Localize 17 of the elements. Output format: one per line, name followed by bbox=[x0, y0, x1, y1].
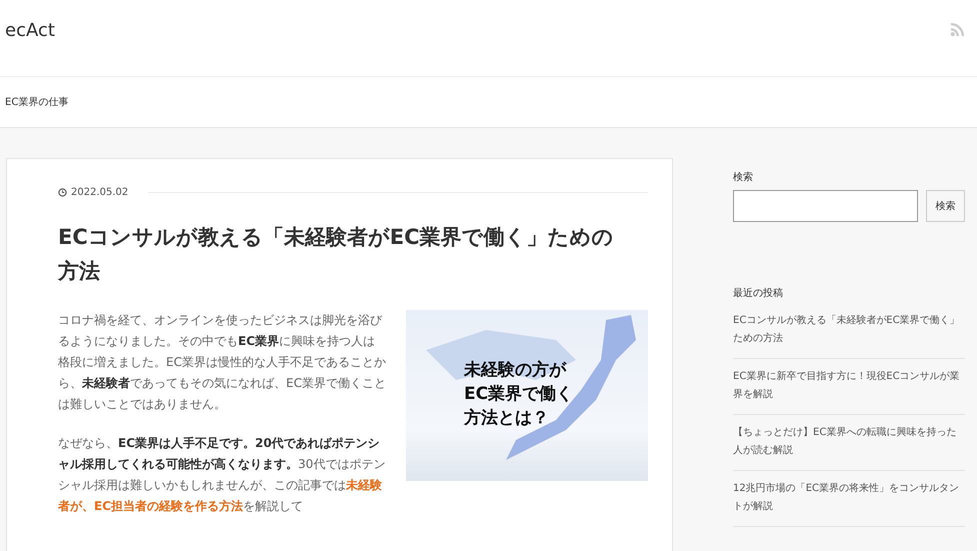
recent-post-link[interactable]: ECコンサルが教える「未経験者がEC業界で働く」ための方法 bbox=[733, 312, 965, 348]
rss-icon[interactable] bbox=[950, 22, 965, 37]
recent-post-link[interactable]: 12兆円市場の「EC業界の将来性」をコンサルタントが解説 bbox=[733, 480, 965, 516]
recent-posts-heading: 最近の投稿 bbox=[733, 286, 784, 300]
paragraph: コロナ禍を経て、オンラインを使ったビジネスは脚光を浴びるようになりました。その中でも EC業界に興味を持つ人は格段に増えました。EC業界は慢性的な人手不足であることから、未経験者であってもその気になれば、EC業界で働くことは難しいことではありません。 bbox=[58, 312, 386, 413]
search-label: 検索 bbox=[733, 170, 754, 184]
image-caption: 未経験の方が EC業界で働く 方法とは？ bbox=[464, 359, 574, 430]
article-title: ECコンサルが教える「未経験者がEC業界で働く」ための方法 bbox=[58, 224, 615, 285]
search-field[interactable] bbox=[733, 190, 918, 222]
search-button[interactable]: 検索 bbox=[926, 190, 965, 222]
recent-post-link[interactable]: EC業界に新卒で目指す方に！現役ECコンサルが業界を解説 bbox=[733, 368, 965, 404]
paragraph: なぜなら、EC業界は人手不足です。20代であればポテンシャル採用してくれる可能性が高くなります。30代ではポテンシャル採用は難しいかもしれませんが、この記事では未経験者が、EC担当者の経験を作る方法を解説して bbox=[58, 435, 386, 515]
recent-post-link[interactable]: 【ちょっとだけ】EC業界への転職に興味を持った人が読む解説 bbox=[733, 424, 965, 460]
post-date: 2022.05.02 bbox=[71, 187, 128, 198]
site-logo[interactable]: ecAct bbox=[5, 20, 55, 41]
clock-icon bbox=[58, 188, 67, 197]
nav-link[interactable]: EC業界の仕事 bbox=[5, 95, 68, 109]
